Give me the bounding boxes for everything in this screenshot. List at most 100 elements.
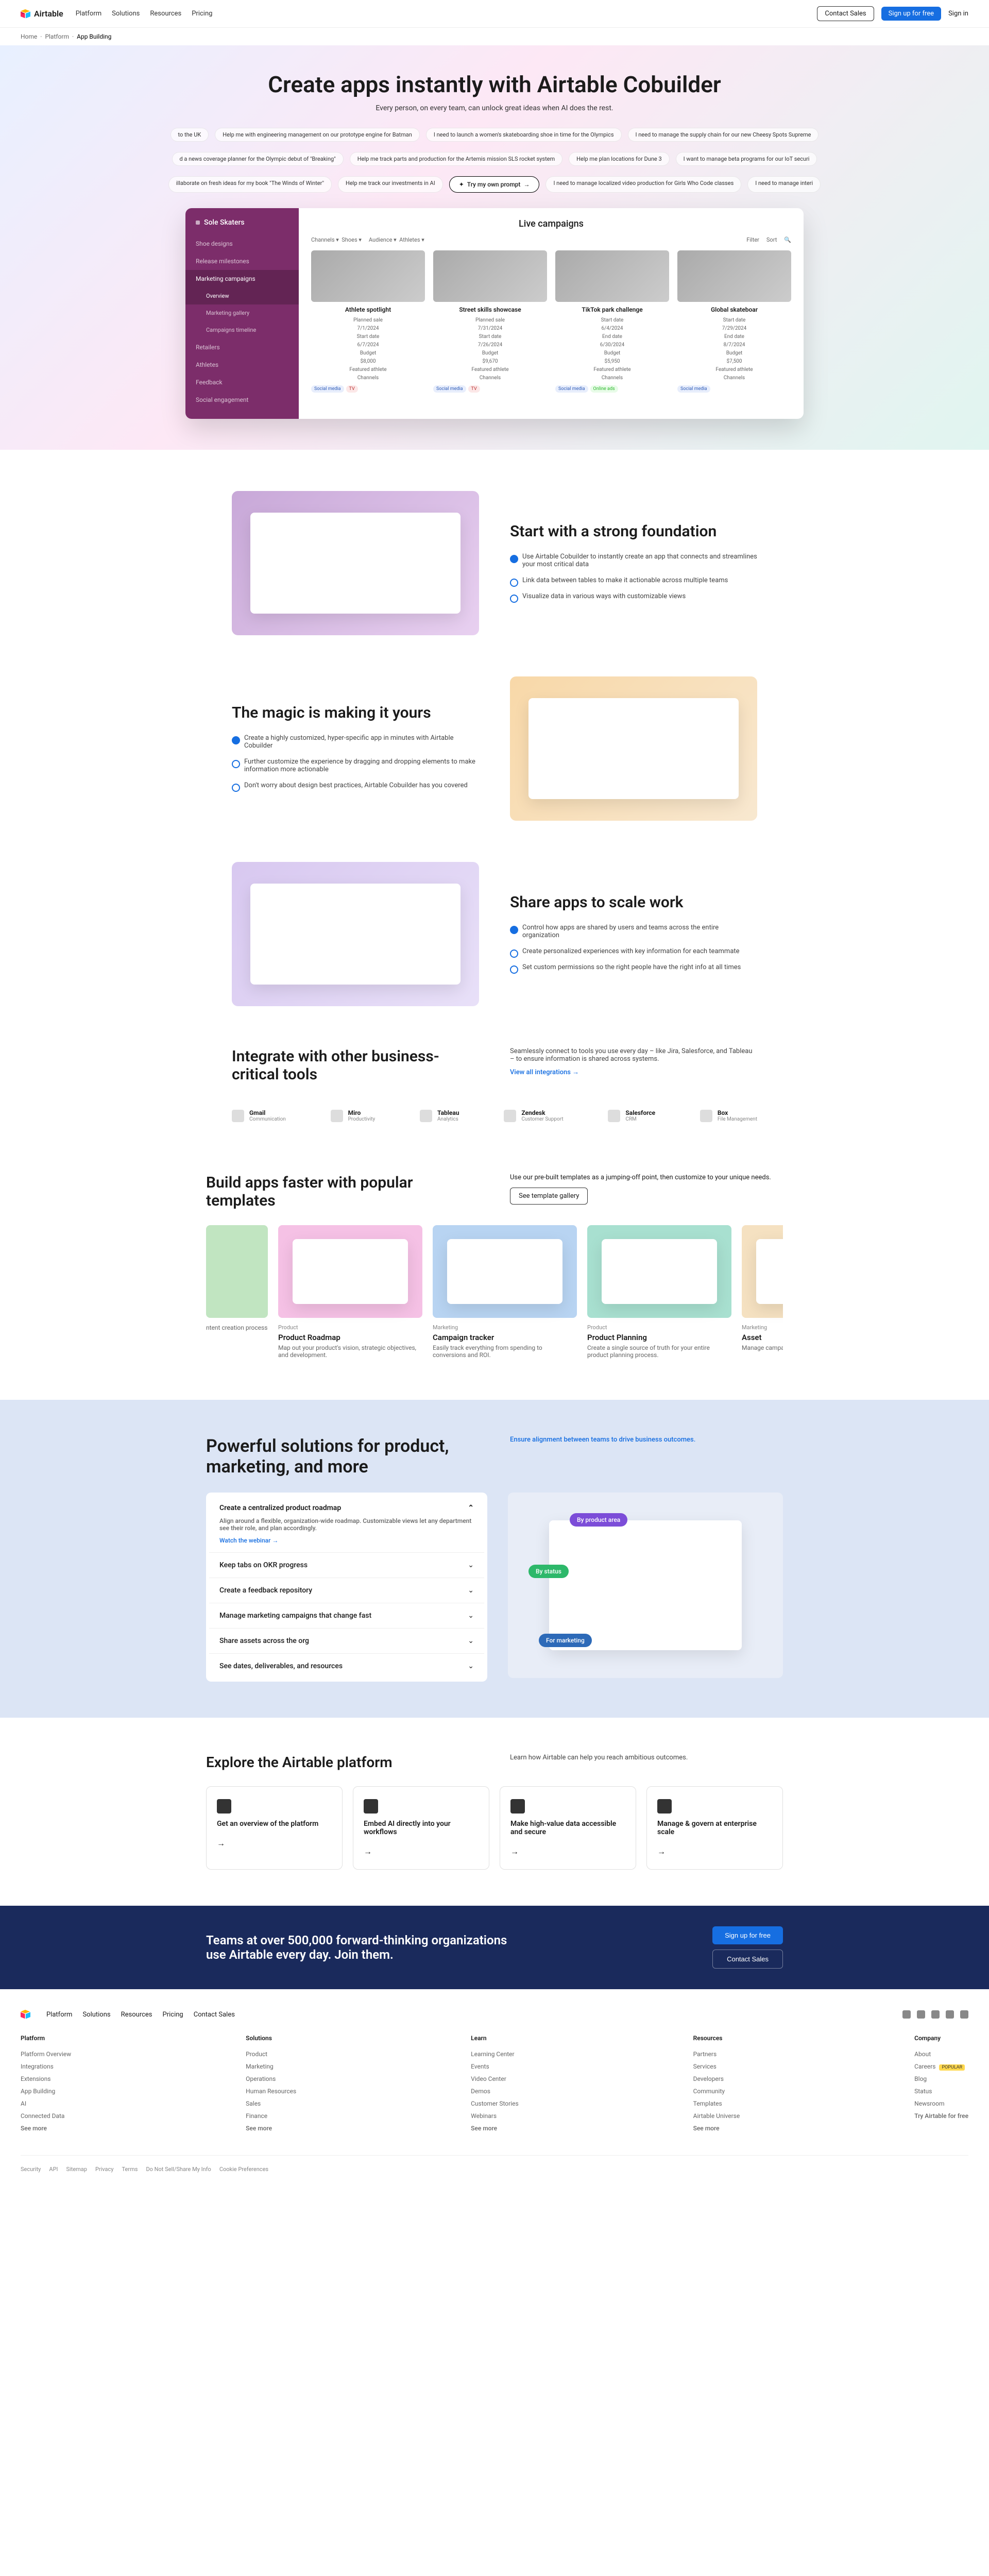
template-card[interactable]: Marketing Campaign tracker Easily track … [433,1225,577,1359]
footer-legal-link[interactable]: Privacy [95,2166,114,2173]
explore-card[interactable]: Make high-value data accessible and secu… [500,1786,636,1870]
feature-bullet[interactable]: Don't worry about design best practices,… [232,777,479,793]
footer-link[interactable]: See more [246,2122,296,2134]
campaign-card[interactable]: Athlete spotlight Planned sale7/1/2024St… [311,250,425,393]
cta-signup-button[interactable]: Sign up for free [712,1926,783,1944]
footer-link[interactable]: Integrations [21,2060,71,2073]
nav-resources[interactable]: Resources [150,10,181,18]
footer-legal-link[interactable]: Do Not Sell/Share My Info [146,2166,211,2173]
footer-link[interactable]: AI [21,2097,71,2110]
footer-link[interactable]: Connected Data [21,2110,71,2122]
footer-link[interactable]: Extensions [21,2073,71,2085]
footer-link[interactable]: Try Airtable for free [914,2110,968,2122]
instagram-icon[interactable] [946,2010,954,2019]
sidebar-item[interactable]: Feedback [185,374,299,391]
feature-bullet[interactable]: Further customize the experience by drag… [232,754,479,777]
footer-link[interactable]: Learning Center [471,2048,519,2060]
footer-logo-icon[interactable] [21,2010,31,2019]
sidebar-item[interactable]: Release milestones [185,252,299,270]
sidebar-item[interactable]: Social engagement [185,391,299,409]
accordion-item[interactable]: Create a centralized product roadmap⌃ Al… [209,1496,484,1553]
footer-link[interactable]: App Building [21,2085,71,2097]
footer-link[interactable]: Finance [246,2110,296,2122]
search-icon[interactable]: 🔍 [784,236,791,243]
sidebar-item[interactable]: Athletes [185,356,299,374]
footer-legal-link[interactable]: API [49,2166,58,2173]
footer-link[interactable]: Sales [246,2097,296,2110]
sidebar-item[interactable]: Shoe designs [185,235,299,252]
view-integrations-link[interactable]: View all integrations → [510,1068,757,1076]
prompt-chip[interactable]: I need to launch a women's skateboarding… [426,128,622,142]
footer-link[interactable]: Marketing [246,2060,296,2073]
footer-link[interactable]: Video Center [471,2073,519,2085]
prompt-chip[interactable]: I want to manage beta programs for our I… [676,152,817,166]
footer-link[interactable]: Airtable Universe [693,2110,740,2122]
footer-legal-link[interactable]: Terms [122,2166,138,2173]
feature-bullet[interactable]: Link data between tables to make it acti… [510,572,757,588]
crumb-platform[interactable]: Platform [45,33,69,40]
footer-nav-item[interactable]: Resources [121,2011,152,2019]
accordion-item[interactable]: Share assets across the org⌄ [209,1629,484,1654]
footer-link[interactable]: Platform Overview [21,2048,71,2060]
contact-sales-button[interactable]: Contact Sales [817,6,874,21]
crumb-home[interactable]: Home [21,33,37,40]
explore-card[interactable]: Manage & govern at enterprise scale→ [646,1786,783,1870]
footer-link[interactable]: Developers [693,2073,740,2085]
sidebar-sub-item[interactable]: Campaigns timeline [185,321,299,338]
footer-nav-item[interactable]: Contact Sales [194,2011,235,2019]
filter-button[interactable]: Filter [746,236,759,243]
prompt-chip[interactable]: d a news coverage planner for the Olympi… [172,152,344,166]
sidebar-item-active[interactable]: Marketing campaigns [185,270,299,287]
prompt-chip[interactable]: Help me track our investments in AI [338,176,443,193]
integration-item[interactable]: ZendeskCustomer Support [504,1109,563,1122]
youtube-icon[interactable] [960,2010,968,2019]
cta-contact-button[interactable]: Contact Sales [712,1950,783,1969]
prompt-chip[interactable]: Help me track parts and production for t… [350,152,562,166]
footer-link[interactable]: Status [914,2085,968,2097]
facebook-icon[interactable] [902,2010,911,2019]
nav-platform[interactable]: Platform [76,10,101,18]
footer-link[interactable]: Community [693,2085,740,2097]
prompt-chip[interactable]: Help me with engineering management on o… [215,128,420,142]
feature-bullet[interactable]: Control how apps are shared by users and… [510,920,757,943]
sidebar-sub-item[interactable]: Overview [185,287,299,304]
campaign-card[interactable]: Street skills showcase Planned sale7/31/… [433,250,547,393]
footer-legal-link[interactable]: Security [21,2166,41,2173]
footer-link[interactable]: See more [693,2122,740,2134]
integration-item[interactable]: MiroProductivity [331,1109,376,1122]
nav-pricing[interactable]: Pricing [192,10,212,18]
footer-nav-item[interactable]: Solutions [82,2011,110,2019]
footer-legal-link[interactable]: Sitemap [66,2166,87,2173]
footer-link[interactable]: Product [246,2048,296,2060]
footer-link[interactable]: See more [471,2122,519,2134]
footer-link[interactable]: Partners [693,2048,740,2060]
accordion-item[interactable]: Manage marketing campaigns that change f… [209,1603,484,1629]
footer-link[interactable]: Customer Stories [471,2097,519,2110]
footer-link[interactable]: Newsroom [914,2097,968,2110]
footer-link[interactable]: Demos [471,2085,519,2097]
logo[interactable]: Airtable [21,9,63,19]
accordion-item[interactable]: Keep tabs on OKR progress⌄ [209,1553,484,1578]
sidebar-item[interactable]: Retailers [185,338,299,356]
footer-link[interactable]: Services [693,2060,740,2073]
filter-channels[interactable]: Channels ▾ Shoes ▾ [311,236,362,243]
see-templates-button[interactable]: See template gallery [510,1188,588,1205]
prompt-chip[interactable]: Help me plan locations for Dune 3 [569,152,669,166]
template-card[interactable]: Marketing Asset Manage campaig [742,1225,783,1359]
nav-solutions[interactable]: Solutions [112,10,140,18]
footer-link[interactable]: See more [21,2122,71,2134]
integration-item[interactable]: BoxFile Management [700,1109,757,1122]
try-prompt-button[interactable]: ✦ Try my own prompt → [449,176,540,193]
footer-link[interactable]: Operations [246,2073,296,2085]
accordion-item[interactable]: Create a feedback repository⌄ [209,1578,484,1603]
prompt-chip[interactable]: I need to manage the supply chain for ou… [628,128,819,142]
accordion-link[interactable]: Watch the webinar → [219,1537,474,1544]
footer-link[interactable]: Webinars [471,2110,519,2122]
sidebar-sub-item[interactable]: Marketing gallery [185,304,299,321]
prompt-chip[interactable]: I need to manage localized video product… [545,176,741,193]
footer-nav-item[interactable]: Platform [46,2011,72,2019]
integration-item[interactable]: TableauAnalytics [420,1109,459,1122]
footer-link[interactable]: Human Resources [246,2085,296,2097]
integration-item[interactable]: GmailCommunication [232,1109,286,1122]
linkedin-icon[interactable] [917,2010,925,2019]
